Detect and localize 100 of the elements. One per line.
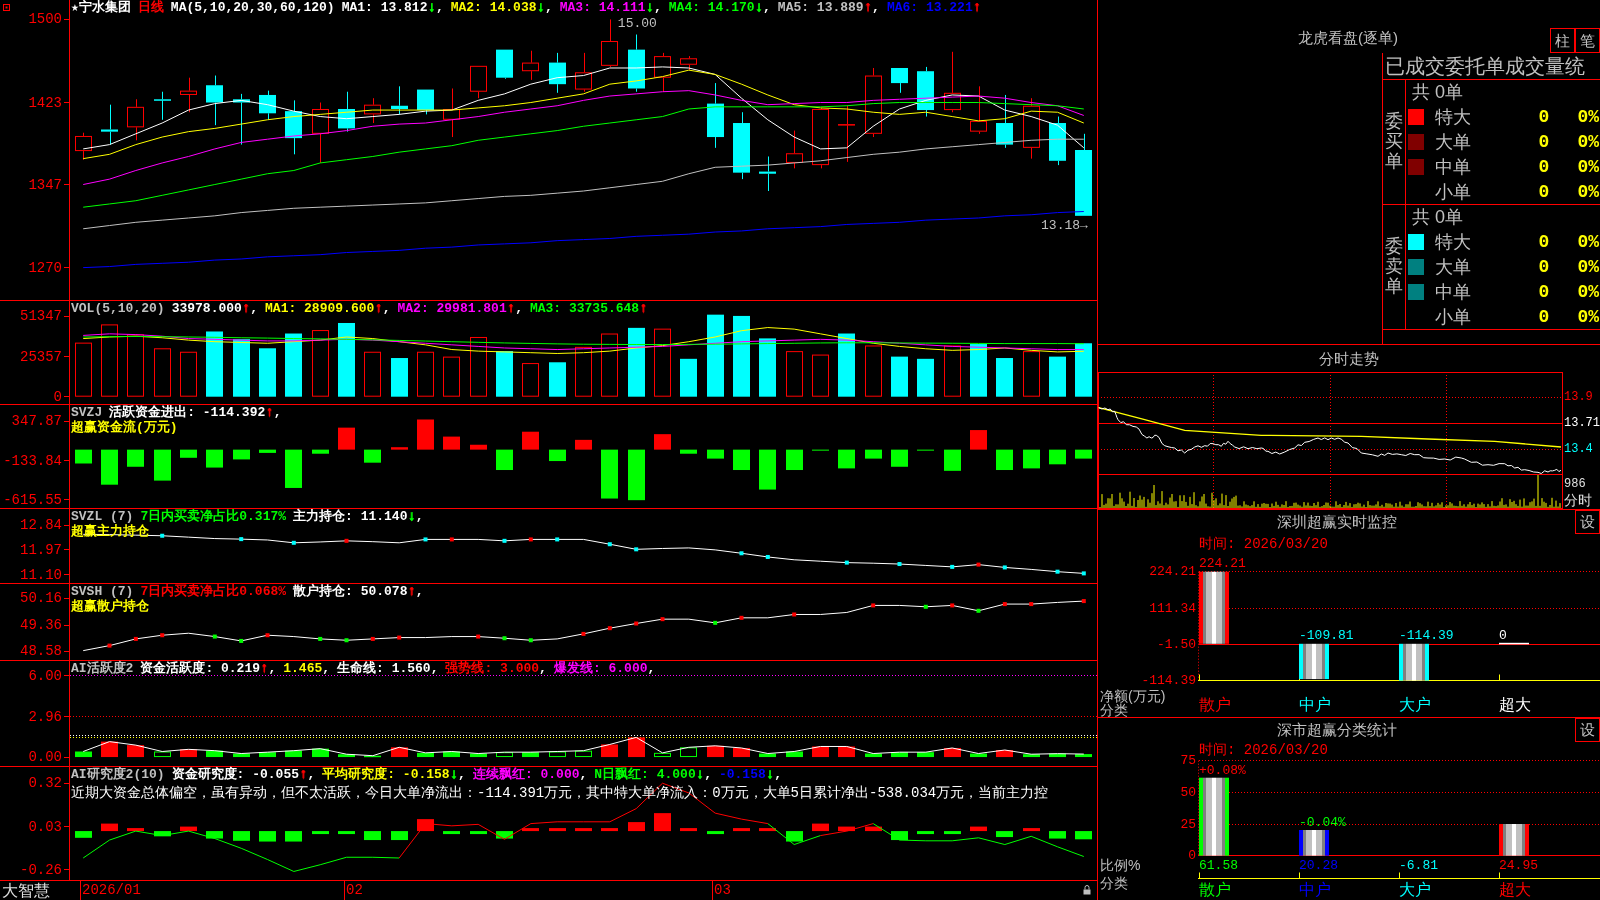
- candlestick: [812, 107, 829, 169]
- candlestick: [759, 155, 776, 192]
- axis-label: 49.36: [20, 617, 62, 634]
- indicator-value: 强势线: 3.000,: [445, 661, 547, 676]
- order-share: 0%: [1577, 305, 1599, 328]
- indicator-value: 散户持仓: 50.078↑,: [293, 584, 424, 599]
- candlestick: [680, 55, 697, 71]
- axis-label: 50: [1180, 784, 1196, 800]
- value-label: 20.28: [1299, 858, 1338, 873]
- settings-button[interactable]: 设: [1575, 510, 1600, 534]
- indicator-value: 连续飘红: 0.000,: [472, 767, 588, 782]
- chart-title: SVSH (7): [71, 584, 134, 599]
- axis-label: -1.50: [1157, 636, 1196, 652]
- panel-title: 深圳超赢实时监控: [1276, 513, 1397, 531]
- axis-label: 2.96: [28, 708, 62, 725]
- axis-label: 0.32: [28, 775, 62, 792]
- candlestick: [233, 93, 250, 146]
- indicator-value: 7日内买卖净占比0.068%: [140, 584, 287, 599]
- candlestick: [364, 97, 381, 124]
- candlestick: [786, 130, 803, 169]
- candlestick: [127, 98, 144, 141]
- candlestick: [707, 82, 724, 149]
- axis-label: 1347: [28, 176, 62, 193]
- settings-button[interactable]: 设: [1575, 718, 1600, 742]
- date-label: 2026/01: [82, 882, 141, 898]
- candlestick: [549, 52, 566, 94]
- candlestick: [417, 89, 434, 115]
- value-label: 224.21: [1199, 555, 1246, 571]
- square-icon: [3, 4, 10, 11]
- axis-label: 1423: [28, 94, 62, 111]
- order-count: 0: [1538, 131, 1550, 153]
- indicator-value: 资金活跃度: 0.219↑,: [140, 661, 277, 676]
- axis-label: 0: [1188, 848, 1196, 864]
- view-toggle-button[interactable]: 笔: [1575, 28, 1600, 53]
- value-label: -114.39: [1399, 627, 1454, 643]
- chart-title: VOL(5,10,20): [71, 301, 165, 316]
- category-label: 散户: [1199, 696, 1231, 714]
- change-label: +0.08%: [1199, 762, 1246, 778]
- order-count: 0: [1538, 231, 1550, 254]
- candlestick: [101, 104, 118, 146]
- indicator-value: MA(5,10,20,30,60,120): [170, 0, 335, 15]
- candlestick: [443, 88, 460, 138]
- axis-title: 分类: [1100, 702, 1128, 717]
- date-label: 02: [346, 882, 363, 898]
- indicator-value: 生命线: 1.560,: [337, 661, 439, 676]
- axis-label: 25: [1180, 816, 1196, 832]
- order-count: 0: [1538, 256, 1550, 278]
- price-axis-label: 13.4: [1564, 442, 1593, 456]
- order-size-label: 特大: [1435, 231, 1471, 254]
- axis-label: 0.03: [28, 818, 62, 835]
- axis-label: -0.26: [20, 861, 62, 878]
- panel-title: 分时走势: [1319, 349, 1379, 368]
- indicator-value: N日飘红: 4.000↓,: [594, 767, 712, 782]
- panel-title: 龙虎看盘(逐单): [1298, 29, 1398, 47]
- order-share: 0%: [1577, 280, 1599, 303]
- indicator-value: MA5: 13.889↑,: [777, 0, 880, 15]
- axis-label: -133.84: [3, 452, 62, 469]
- axis-label: 11.10: [20, 566, 62, 583]
- candlestick: [285, 99, 302, 155]
- axis-label: 75: [1180, 753, 1196, 769]
- candlestick: [154, 91, 171, 121]
- order-share: 0%: [1577, 155, 1599, 178]
- category-label: 中户: [1299, 881, 1331, 899]
- panel-title: 深市超赢分类统计: [1276, 721, 1397, 739]
- value-label: 61.58: [1199, 858, 1238, 873]
- category-label: 散户: [1199, 881, 1231, 899]
- order-total: 共 0单: [1412, 81, 1463, 104]
- candlestick: [1049, 116, 1066, 166]
- lock-icon: [1083, 885, 1091, 895]
- chart-title: SVZL (7): [71, 509, 134, 524]
- axis-label: 11.97: [20, 541, 62, 558]
- candlestick: [838, 105, 855, 163]
- candlestick: [891, 67, 908, 94]
- axis-label: 0: [53, 388, 62, 405]
- order-size-label: 小单: [1435, 305, 1471, 328]
- candlestick: [944, 51, 961, 113]
- chart-title: ★宁水集团: [71, 0, 131, 15]
- axis-label: 1500: [28, 11, 62, 28]
- axis-label: 111.34: [1149, 600, 1196, 616]
- order-share: 0%: [1577, 180, 1599, 203]
- price-axis-label: 13.9: [1564, 390, 1593, 404]
- indicator-value: 爆发线: 6.000,: [553, 661, 656, 676]
- value-label: -6.81: [1399, 858, 1438, 873]
- order-total: 共 0单: [1412, 206, 1463, 229]
- view-toggle-button[interactable]: 柱: [1550, 28, 1575, 53]
- candlestick: [522, 50, 539, 81]
- category-label: 大户: [1399, 696, 1431, 714]
- price-annotation: 15.00: [617, 16, 657, 32]
- candlestick: [470, 65, 487, 99]
- category-label: 超大: [1499, 881, 1531, 899]
- category-label: 超大: [1499, 696, 1531, 714]
- indicator-value: MA1: 13.812↓,: [341, 0, 444, 15]
- order-share: 0%: [1577, 131, 1599, 153]
- candlestick: [312, 102, 329, 164]
- axis-label: 51347: [20, 308, 62, 324]
- candlestick: [917, 66, 934, 118]
- order-count: 0: [1538, 155, 1550, 178]
- axis-label: -615.55: [3, 491, 62, 508]
- axis-title: 净额(万元): [1100, 688, 1166, 703]
- indicator-value: MA2: 14.038↓,: [450, 0, 553, 15]
